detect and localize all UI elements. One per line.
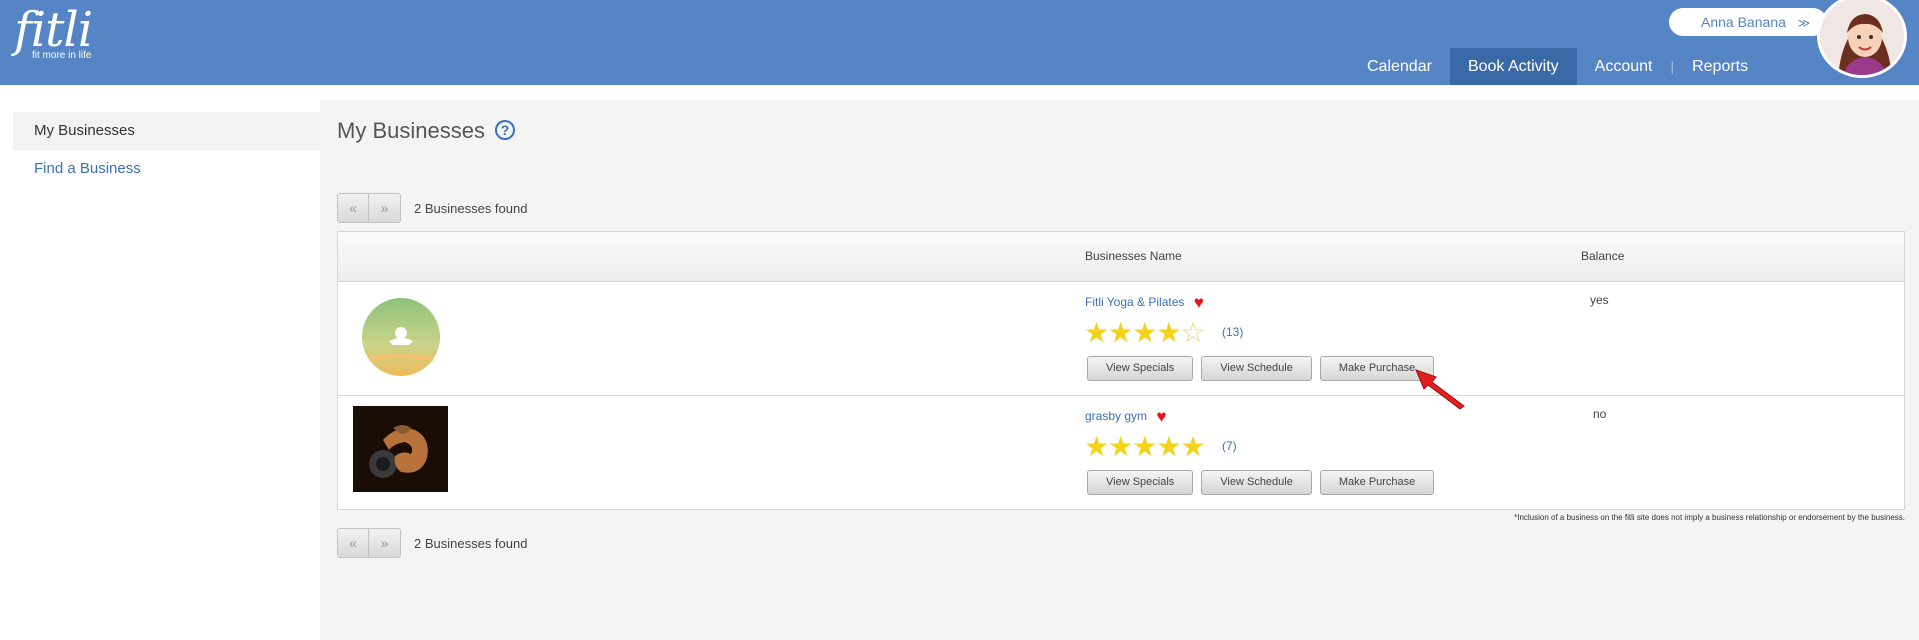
business-name: Fitli Yoga & Pilates [1085, 295, 1185, 309]
top-header: fitli fit more in life Anna Banana ≫ Cal… [0, 0, 1919, 85]
next-page-button[interactable]: » [369, 193, 401, 223]
column-header-name: Businesses Name [1085, 249, 1182, 263]
table-header: Businesses Name Balance [338, 232, 1904, 282]
prev-page-button[interactable]: « [337, 193, 369, 223]
business-logo-grasby-gym[interactable] [353, 406, 448, 497]
business-name-link[interactable]: grasby gym ♥ [1085, 407, 1166, 427]
review-count[interactable]: (7) [1222, 439, 1237, 453]
sidebar-item-my-businesses[interactable]: My Businesses [13, 112, 320, 150]
disclaimer-text: *Inclusion of a business on the fitli si… [1514, 513, 1905, 522]
heart-icon[interactable]: ♥ [1156, 407, 1166, 427]
star-icon: ★ [1108, 317, 1133, 348]
action-buttons: View Specials View Schedule Make Purchas… [1087, 356, 1435, 381]
action-buttons: View Specials View Schedule Make Purchas… [1087, 470, 1435, 495]
table-row: grasby gym ♥ ★★★★★ (7) View Specials Vie… [338, 396, 1904, 510]
star-icon: ★ [1084, 431, 1109, 462]
business-name: grasby gym [1085, 409, 1148, 423]
make-purchase-button[interactable]: Make Purchase [1319, 470, 1435, 495]
prev-page-button[interactable]: « [337, 528, 369, 558]
help-icon[interactable]: ? [495, 120, 516, 140]
logo-tagline: fit more in life [32, 50, 92, 61]
star-icon: ★ [1132, 317, 1157, 348]
page-title: My Businesses ? [337, 118, 516, 144]
business-name-link[interactable]: Fitli Yoga & Pilates ♥ [1085, 293, 1204, 313]
star-icon: ★ [1156, 431, 1181, 462]
rating-stars: ★★★★☆ [1084, 317, 1206, 348]
logo-wordmark: fitli [14, 2, 93, 58]
view-specials-button[interactable]: View Specials [1087, 470, 1194, 495]
user-menu-button[interactable]: Anna Banana ≫ [1669, 8, 1827, 36]
balance-value: yes [1590, 293, 1609, 307]
nav-book-activity[interactable]: Book Activity [1449, 48, 1577, 85]
page-title-text: My Businesses [337, 118, 485, 143]
results-count: 2 Businesses found [414, 200, 528, 216]
heart-icon[interactable]: ♥ [1194, 293, 1204, 313]
star-empty-icon: ☆ [1180, 317, 1205, 348]
results-count: 2 Businesses found [414, 535, 528, 551]
star-icon: ★ [1132, 431, 1157, 462]
star-icon: ★ [1156, 317, 1181, 348]
star-icon: ★ [1180, 431, 1205, 462]
fitli-logo[interactable]: fitli fit more in life [14, 2, 93, 61]
balance-value: no [1593, 407, 1607, 421]
sidebar-item-find-a-business[interactable]: Find a Business [13, 150, 320, 188]
business-logo-fitli-yoga[interactable] [361, 297, 441, 382]
avatar[interactable] [1817, 0, 1907, 78]
chevron-down-icon: ≫ [1797, 16, 1811, 30]
star-icon: ★ [1108, 431, 1133, 462]
main-nav: Calendar Book Activity Account | Reports [1349, 48, 1766, 85]
red-pointer-arrow [1415, 369, 1465, 410]
view-specials-button[interactable]: View Specials [1087, 356, 1194, 381]
view-schedule-button[interactable]: View Schedule [1201, 356, 1312, 381]
sidebar: My Businesses Find a Business [13, 112, 320, 188]
main-content: My Businesses ? « » 2 Businesses found B… [320, 100, 1919, 640]
nav-reports[interactable]: Reports [1674, 48, 1766, 85]
star-icon: ★ [1084, 317, 1109, 348]
user-name: Anna Banana [1701, 14, 1786, 30]
nav-account[interactable]: Account [1577, 48, 1671, 85]
rating-stars: ★★★★★ [1084, 431, 1206, 462]
table-row: Fitli Yoga & Pilates ♥ ★★★★☆ (13) View S… [338, 282, 1904, 396]
view-schedule-button[interactable]: View Schedule [1201, 470, 1312, 495]
pager-bottom: « » 2 Businesses found [337, 528, 527, 558]
nav-calendar[interactable]: Calendar [1349, 48, 1450, 85]
review-count[interactable]: (13) [1222, 325, 1243, 339]
next-page-button[interactable]: » [369, 528, 401, 558]
businesses-table: Businesses Name Balance Fitli Yoga & Pil… [337, 231, 1905, 510]
pager-top: « » 2 Businesses found [337, 193, 527, 223]
column-header-balance: Balance [1581, 249, 1625, 263]
